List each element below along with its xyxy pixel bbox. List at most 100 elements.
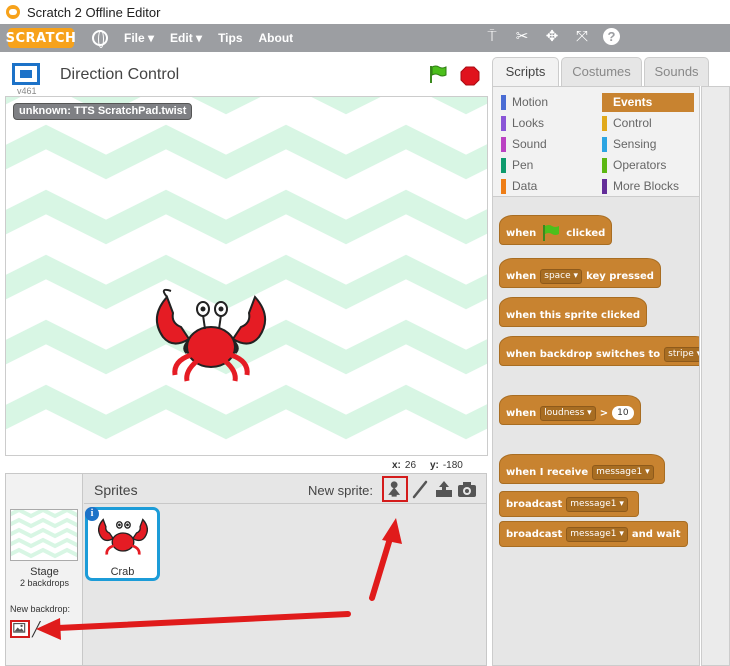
crab-thumbnail	[98, 518, 148, 555]
menu-tips[interactable]: Tips	[218, 31, 242, 45]
category-sound[interactable]: Sound	[501, 135, 593, 154]
crab-sprite-on-stage	[156, 288, 266, 382]
duplicate-stamp-icon[interactable]: ⍑	[483, 28, 501, 46]
green-flag-icon	[543, 225, 560, 241]
block-text: when I receive	[506, 466, 589, 478]
category-operators[interactable]: Operators	[602, 156, 694, 175]
stage-thumbnail-zigzag	[11, 510, 77, 559]
sprite-thumbnail-crab[interactable]: i Crab	[85, 507, 160, 581]
scratch-cat-icon	[6, 5, 20, 19]
paint-new-sprite-icon[interactable]	[411, 479, 429, 499]
y-value: -180	[442, 460, 463, 471]
sprites-header: Sprites New sprite:	[84, 474, 486, 504]
category-motion-label: Motion	[512, 95, 549, 109]
shrink-icon[interactable]: ⤧	[573, 28, 591, 46]
message-dropdown[interactable]: message1	[592, 464, 654, 480]
key-dropdown[interactable]: space	[540, 268, 583, 284]
block-operator: >	[599, 407, 609, 419]
category-control[interactable]: Control	[602, 114, 694, 133]
category-motion[interactable]: Motion	[501, 93, 593, 112]
block-broadcast-and-wait[interactable]: broadcast message1 and wait	[499, 521, 688, 547]
menu-file[interactable]: File ▾	[124, 31, 154, 45]
category-more-blocks[interactable]: More Blocks	[602, 177, 694, 196]
category-sensing[interactable]: Sensing	[602, 135, 694, 154]
menu-file-label: File	[124, 31, 145, 45]
block-text: clicked	[566, 227, 606, 239]
threshold-input[interactable]: 10	[612, 406, 634, 420]
grow-icon[interactable]: ✥	[543, 28, 561, 46]
new-sprite-label: New sprite:	[308, 483, 374, 498]
block-text: and wait	[631, 528, 681, 540]
variable-watcher[interactable]: unknown: TTS ScratchPad.twist	[13, 103, 193, 120]
language-globe-icon[interactable]	[92, 30, 108, 48]
category-data-label: Data	[512, 179, 538, 193]
stage-backdrop-zigzag	[6, 97, 487, 440]
title-bar: Scratch 2 Offline Editor	[0, 0, 730, 24]
mouse-coordinates: x: 26 y: -180	[392, 460, 463, 471]
menu-bar: SCRATCH File ▾ Edit ▾ Tips About ⍑ ✂ ✥ ⤧…	[0, 24, 730, 52]
block-broadcast[interactable]: broadcast message1	[499, 491, 639, 517]
category-data[interactable]: Data	[501, 177, 593, 196]
menu-about[interactable]: About	[259, 31, 294, 45]
block-text: broadcast	[506, 528, 563, 540]
block-palette: Motion Events Looks Control Sound Sensin…	[492, 86, 700, 666]
y-label: y:	[429, 460, 439, 471]
stage-backdrop-count: 2 backdrops	[19, 578, 70, 588]
delete-scissors-icon[interactable]: ✂	[513, 28, 531, 46]
paint-backdrop-icon[interactable]: ╱	[32, 621, 40, 637]
project-title[interactable]: Direction Control	[60, 66, 179, 84]
block-when-flag-clicked[interactable]: when clicked	[499, 215, 613, 245]
upload-sprite-icon[interactable]	[434, 480, 454, 498]
stage-label: Stage	[30, 566, 59, 578]
message-dropdown[interactable]: message1	[566, 526, 628, 542]
stop-icon[interactable]	[460, 66, 480, 86]
presentation-mode-icon[interactable]	[12, 63, 40, 85]
tab-costumes[interactable]: Costumes	[561, 57, 642, 86]
tab-scripts[interactable]: Scripts	[492, 57, 559, 86]
scripts-area[interactable]	[701, 86, 730, 666]
menu-edit[interactable]: Edit ▾	[170, 31, 202, 45]
x-label: x:	[392, 460, 401, 471]
block-text: when	[506, 407, 537, 419]
block-when-key-pressed[interactable]: when space key pressed	[499, 258, 661, 288]
scratch-logo[interactable]: SCRATCH	[6, 28, 76, 48]
camera-sprite-icon[interactable]	[457, 480, 477, 498]
sprite-pane: Stage 2 backdrops New backdrop: ╱ ⇪ Spri…	[5, 473, 487, 666]
sprite-name: Crab	[110, 566, 135, 578]
tab-sounds[interactable]: Sounds	[644, 57, 709, 86]
message-dropdown[interactable]: message1	[566, 496, 628, 512]
category-grid: Motion Events Looks Control Sound Sensin…	[493, 87, 699, 197]
category-sensing-label: Sensing	[613, 137, 657, 151]
category-looks[interactable]: Looks	[501, 114, 593, 133]
stage-column: Stage 2 backdrops New backdrop: ╱ ⇪	[6, 474, 83, 665]
block-when-i-receive[interactable]: when I receive message1	[499, 454, 665, 484]
stage-thumbnail[interactable]	[10, 509, 78, 561]
category-control-label: Control	[613, 116, 652, 130]
backdrop-dropdown[interactable]: stripe	[664, 346, 699, 362]
category-more-blocks-label: More Blocks	[613, 179, 680, 193]
editor-tabs: Scripts Costumes Sounds	[492, 56, 730, 86]
block-text: when backdrop switches to	[506, 348, 661, 360]
menu-edit-label: Edit	[170, 31, 193, 45]
backdrop-library-icon[interactable]	[10, 620, 30, 638]
block-text: broadcast	[506, 498, 563, 510]
block-when-loudness[interactable]: when loudness > 10	[499, 395, 641, 425]
category-pen-label: Pen	[512, 158, 534, 172]
green-flag-icon[interactable]	[428, 64, 448, 84]
block-when-sprite-clicked[interactable]: when this sprite clicked	[499, 297, 648, 327]
block-text: key pressed	[586, 270, 654, 282]
block-text: when	[506, 270, 537, 282]
sprites-title: Sprites	[94, 482, 138, 498]
block-when-backdrop-switches[interactable]: when backdrop switches to stripe	[499, 336, 699, 366]
category-pen[interactable]: Pen	[501, 156, 593, 175]
sprite-library-icon[interactable]	[382, 476, 408, 502]
help-icon[interactable]: ?	[603, 28, 620, 45]
x-value: 26	[404, 460, 417, 471]
stage[interactable]: unknown: TTS ScratchPad.twist	[5, 96, 488, 456]
sensor-dropdown[interactable]: loudness	[540, 405, 596, 421]
category-events[interactable]: Events	[602, 93, 694, 112]
version-label: v461	[17, 86, 37, 96]
upload-backdrop-icon[interactable]: ⇪	[44, 621, 58, 637]
stage-header: v461 Direction Control	[5, 56, 488, 96]
new-backdrop-label: New backdrop:	[10, 604, 71, 614]
